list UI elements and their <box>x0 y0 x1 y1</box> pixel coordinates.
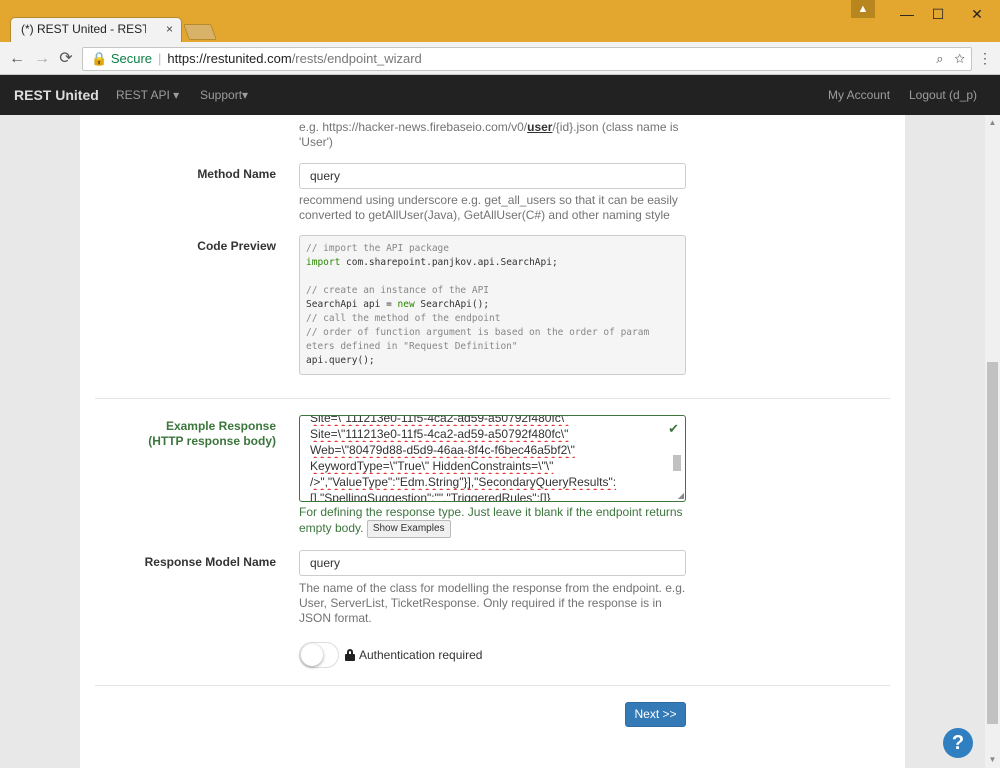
site-navbar: REST United REST API ▾ Support▾ My Accou… <box>0 75 1000 115</box>
maximize-icon[interactable]: ☐ <box>923 4 953 24</box>
secure-label: Secure <box>110 51 153 66</box>
help-question-icon[interactable]: ? <box>943 728 973 758</box>
close-icon[interactable]: ✕ <box>962 4 992 24</box>
address-bar[interactable]: 🔒 Secure | https://restunited.com/rests/en… <box>82 47 972 71</box>
example-response-help: For defining the response type. Just lea… <box>299 505 689 538</box>
browser-menu-icon[interactable]: ⋮ <box>978 50 992 67</box>
response-line: Site=\"111213e0-11f5-4ca2-ad59-a50792f48… <box>310 415 569 425</box>
scroll-down-icon[interactable]: ▼ <box>988 755 997 764</box>
nav-my-account[interactable]: My Account <box>828 88 890 102</box>
page-viewport: e.g. https://hacker-news.firebaseio.com/… <box>0 115 985 768</box>
lock-icon <box>345 649 355 661</box>
url-help-user: user <box>527 120 553 134</box>
next-button[interactable]: Next >> <box>625 702 686 727</box>
code-preview-label: Code Preview <box>197 239 276 253</box>
forward-icon[interactable]: → <box>31 48 53 70</box>
scroll-up-icon[interactable]: ▲ <box>988 118 997 127</box>
response-model-label: Response Model Name <box>144 555 276 569</box>
minimize-icon[interactable]: — <box>892 4 922 24</box>
response-line: Site=\"111213e0-11f5-4ca2-ad59-a50792f48… <box>310 427 569 441</box>
new-tab-button[interactable] <box>183 24 217 40</box>
response-line: KeywordType=\"True\" HiddenConstraints=\… <box>310 459 554 473</box>
zoom-icon[interactable]: ⌕ <box>936 51 943 66</box>
tab-title: (*) REST United - REST API n <box>21 22 146 36</box>
url-host: https://restunited.com <box>167 51 292 66</box>
nav-logout[interactable]: Logout (d_p) <box>909 88 977 102</box>
example-response-label: Example Response (HTTP response body) <box>148 419 276 448</box>
browser-titlebar: (*) REST United - REST API n × ▲ — ☐ ✕ <box>0 0 1000 42</box>
url-path: /rests/endpoint_wizard <box>291 51 422 66</box>
tab-close-icon[interactable]: × <box>166 22 173 36</box>
scroll-thumb[interactable] <box>987 362 998 724</box>
textarea-scrollbar[interactable] <box>672 443 682 498</box>
lock-icon: 🔒 <box>91 51 108 66</box>
method-name-label: Method Name <box>197 167 276 181</box>
example-response-textarea[interactable]: Site=\"111213e0-11f5-4ca2-ad59-a50792f48… <box>299 415 686 502</box>
resize-handle-icon[interactable]: ◢ <box>678 491 684 500</box>
star-icon[interactable]: ☆ <box>954 51 965 66</box>
url-help: e.g. https://hacker-news.firebaseio.com/… <box>299 120 679 149</box>
nav-support[interactable]: Support▾ <box>200 88 248 102</box>
back-icon[interactable]: ← <box>6 48 28 70</box>
method-name-input[interactable]: query <box>299 163 686 189</box>
page-scrollbar[interactable]: ▲ ▼ <box>985 115 1000 768</box>
brand-logo[interactable]: REST United <box>14 87 99 103</box>
response-line: Web=\"80479d88-d5d9-46aa-8f4c-f6bec46a5b… <box>310 443 575 457</box>
auth-toggle[interactable] <box>299 642 339 668</box>
response-line: [],"SpellingSuggestion":"","TriggeredRul… <box>310 491 551 502</box>
nav-rest-api[interactable]: REST API ▾ <box>116 88 179 102</box>
divider <box>95 685 890 686</box>
code-preview: // import the API package import com.sha… <box>299 235 686 375</box>
user-profile-icon[interactable]: ▲ <box>851 0 875 18</box>
browser-toolbar: ← → ⟳ 🔒 Secure | https://restunited.com/re… <box>0 42 1000 75</box>
divider <box>95 398 890 399</box>
endpoint-wizard-form: e.g. https://hacker-news.firebaseio.com/… <box>80 115 905 768</box>
response-line: />","ValueType":"Edm.String"}],"Secondar… <box>310 475 617 489</box>
browser-tab[interactable]: (*) REST United - REST API n × <box>10 17 182 42</box>
valid-check-icon: ✔ <box>668 421 679 436</box>
show-examples-button[interactable]: Show Examples <box>366 520 451 538</box>
method-name-help: recommend using underscore e.g. get_all_… <box>299 193 678 222</box>
response-model-input[interactable]: query <box>299 550 686 576</box>
reload-icon[interactable]: ⟳ <box>55 48 77 70</box>
response-model-help: The name of the class for modelling the … <box>299 581 686 625</box>
auth-label: Authentication required <box>345 648 482 662</box>
